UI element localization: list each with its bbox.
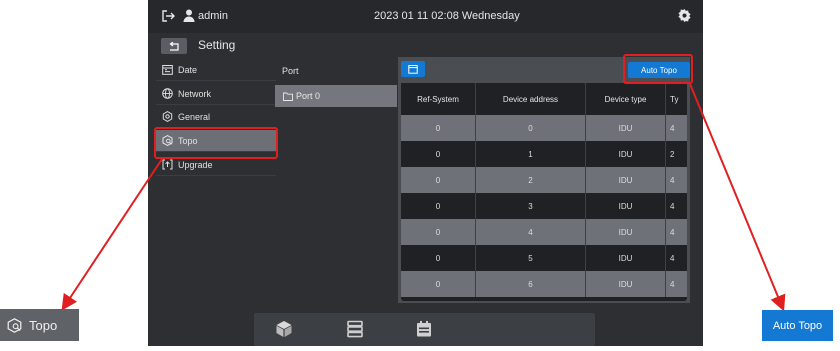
- table-cell: 0: [401, 271, 476, 297]
- table-cell: IDU: [586, 141, 666, 167]
- table-cell: IDU: [586, 193, 666, 219]
- table-cell: IDU: [586, 271, 666, 297]
- upgrade-icon: [162, 159, 173, 170]
- table-cell: 0: [401, 245, 476, 271]
- topo-panel: Auto Topo Ref-System Device address Devi…: [398, 57, 690, 303]
- calendar-icon: [162, 65, 173, 75]
- table-cell: 4: [670, 123, 675, 133]
- table-row[interactable]: 0 6 IDU 4: [401, 271, 687, 297]
- table-cell: 4: [476, 219, 586, 245]
- datetime: 2023 01 11 02:08 Wednesday: [374, 10, 520, 22]
- table-cell: 0: [476, 115, 586, 141]
- sidebar-item-general[interactable]: General: [156, 106, 276, 128]
- topo-callout: Topo: [0, 309, 79, 341]
- table-cell: IDU: [586, 219, 666, 245]
- table-row[interactable]: 0 2 IDU 4: [401, 167, 687, 193]
- column-header[interactable]: Ref-System: [401, 83, 476, 115]
- top-bar: admin 2023 01 11 02:08 Wednesday: [148, 0, 703, 33]
- topo-icon: [7, 317, 22, 333]
- return-icon: [169, 41, 179, 51]
- bottom-nav-bar: [254, 313, 595, 346]
- table-cell: 2: [670, 149, 675, 159]
- table-cell: IDU: [586, 115, 666, 141]
- table-cell: 0: [401, 141, 476, 167]
- sub-bar: Setting: [148, 33, 703, 57]
- table-cell: 4: [670, 279, 675, 289]
- table-row[interactable]: 0 1 IDU 2: [401, 141, 687, 167]
- sidebar-item-date[interactable]: Date: [156, 59, 276, 81]
- table-cell: 4: [670, 175, 675, 185]
- table-cell: 0: [401, 115, 476, 141]
- table-cell: 6: [476, 271, 586, 297]
- table-cell: 4: [670, 201, 675, 211]
- port-list-header: Port: [282, 66, 299, 76]
- port-list: Port Port 0: [275, 57, 397, 307]
- table-row[interactable]: 0 3 IDU 4: [401, 193, 687, 219]
- table-row[interactable]: 0 4 IDU 4: [401, 219, 687, 245]
- gear-icon: [162, 111, 173, 122]
- user-icon: [183, 9, 195, 22]
- table-cell: 4: [670, 253, 675, 263]
- back-button[interactable]: [161, 38, 187, 54]
- table-cell: IDU: [586, 167, 666, 193]
- table-cell: IDU: [586, 245, 666, 271]
- sidebar-item-label: Upgrade: [178, 159, 213, 170]
- server-icon[interactable]: [346, 320, 364, 338]
- table-cell: 5: [476, 245, 586, 271]
- calendar-button[interactable]: [401, 61, 425, 77]
- column-header[interactable]: Ty: [666, 83, 687, 115]
- device-screen: admin 2023 01 11 02:08 Wednesday Setting…: [148, 0, 703, 346]
- page-title: Setting: [198, 38, 236, 52]
- canvas: admin 2023 01 11 02:08 Wednesday Setting…: [0, 0, 840, 351]
- username: admin: [198, 10, 228, 22]
- table-row[interactable]: 0 5 IDU 4: [401, 245, 687, 271]
- sidebar-item-label: General: [178, 111, 211, 122]
- table-cell: 0: [401, 193, 476, 219]
- port-item-0[interactable]: Port 0: [275, 85, 397, 107]
- auto-topo-highlight-box: [623, 54, 693, 84]
- settings-sidebar: Date Network General Topo Upgrade: [148, 57, 276, 307]
- table-header-row: Ref-System Device address Device type Ty: [401, 83, 687, 115]
- arrow-to-auto-topo-callout: [689, 83, 786, 312]
- column-header[interactable]: Device type: [586, 83, 666, 115]
- auto-topo-callout: Auto Topo: [762, 310, 833, 341]
- logout-icon[interactable]: [161, 9, 175, 23]
- table-cell: 3: [476, 193, 586, 219]
- column-header[interactable]: Device address: [476, 83, 586, 115]
- table-cell: 4: [670, 227, 675, 237]
- calendar-board-icon[interactable]: [415, 320, 433, 338]
- table-cell: 2: [476, 167, 586, 193]
- port-item-label: Port 0: [296, 91, 321, 101]
- table-cell: 0: [401, 219, 476, 245]
- folder-icon: [283, 92, 293, 101]
- sidebar-item-label: Date: [178, 64, 198, 75]
- table-cell: 0: [401, 167, 476, 193]
- sidebar-item-network[interactable]: Network: [156, 83, 276, 105]
- device-table: Ref-System Device address Device type Ty…: [401, 83, 687, 297]
- sidebar-item-label: Network: [178, 88, 212, 99]
- table-cell: 1: [476, 141, 586, 167]
- calendar-icon: [408, 65, 418, 74]
- globe-icon: [162, 88, 173, 99]
- settings-gear-icon[interactable]: [677, 8, 692, 23]
- table-row[interactable]: 0 0 IDU 4: [401, 115, 687, 141]
- topo-callout-label: Topo: [29, 317, 58, 333]
- topo-highlight-box: [154, 127, 278, 159]
- table-scroll-edge: [401, 297, 687, 301]
- cube-icon[interactable]: [275, 320, 293, 338]
